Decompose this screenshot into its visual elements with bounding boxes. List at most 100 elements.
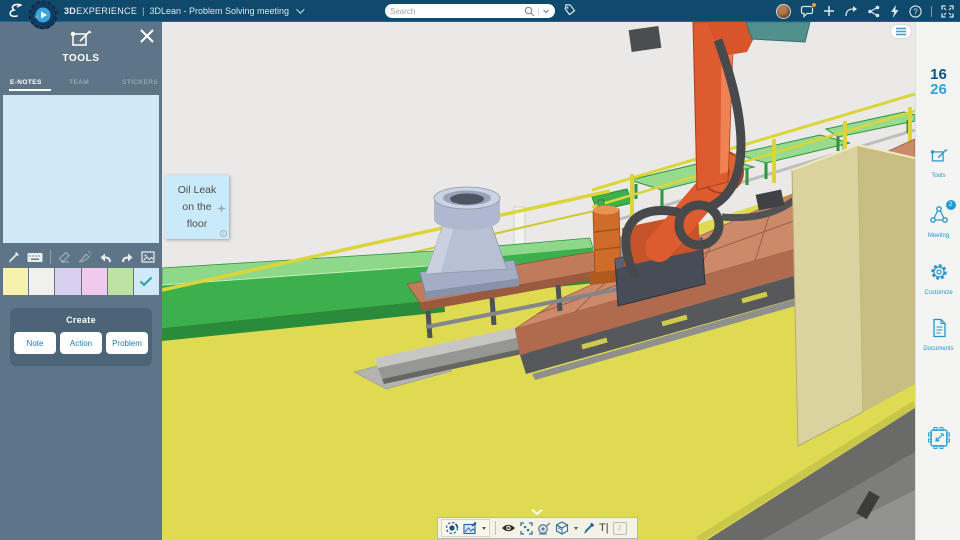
- create-problem-button[interactable]: Problem: [106, 332, 148, 354]
- section-dropdown-icon[interactable]: [574, 527, 578, 530]
- global-search: [385, 4, 555, 18]
- svg-text:3D: 3D: [34, 14, 39, 19]
- toolbar-separator: [495, 521, 496, 535]
- tag-icon[interactable]: [562, 3, 577, 18]
- notifications-icon[interactable]: [800, 4, 814, 18]
- app-title: 3DLean - Problem Solving meeting: [149, 6, 289, 16]
- title-chevron-down-icon[interactable]: [296, 5, 304, 13]
- topbar-separator: [931, 6, 932, 17]
- tools-icon: [929, 147, 949, 170]
- clock-minute: 26: [916, 82, 960, 97]
- panel-tabs: E-NOTES TEAM STICKERS: [0, 72, 162, 96]
- top-bar-actions: ?: [776, 0, 954, 22]
- tools-panel-icon: [69, 28, 93, 55]
- pen-tool-icon[interactable]: [7, 251, 20, 264]
- title-divider: |: [142, 6, 144, 16]
- brand-name: 3DEXPERIENCE: [64, 6, 137, 16]
- sidebar-item-meeting[interactable]: 2 Meeting: [916, 205, 960, 239]
- sidebar-item-tools[interactable]: Tools: [916, 147, 960, 179]
- sidebar-item-documents[interactable]: Documents: [916, 318, 960, 352]
- add-icon[interactable]: [823, 5, 835, 17]
- section-cube-icon[interactable]: [555, 521, 569, 535]
- sidebar-label: Tools: [931, 173, 945, 179]
- svg-text:?: ?: [913, 7, 918, 16]
- tools-panel: TOOLS E-NOTES TEAM STICKERS: [0, 22, 162, 540]
- create-note-button[interactable]: Note: [14, 332, 56, 354]
- create-title: Create: [10, 315, 152, 325]
- tab-stickers[interactable]: STICKERS: [122, 79, 158, 86]
- annotate-pen-icon[interactable]: [582, 522, 595, 535]
- meeting-clock: 16 26: [916, 67, 960, 97]
- notification-badge: [811, 2, 817, 8]
- top-bar: 3DEXPERIENCE | 3DLean - Problem Solving …: [0, 0, 960, 22]
- swatch-white[interactable]: [29, 268, 54, 295]
- user-avatar[interactable]: [776, 4, 791, 19]
- fit-all-icon[interactable]: [520, 522, 533, 535]
- color-swatches: [3, 268, 159, 295]
- viewport-menu-icon[interactable]: [891, 25, 911, 38]
- robot-end-effector: [746, 22, 810, 42]
- orbit-view-icon[interactable]: [445, 521, 459, 535]
- note-toolbar: [0, 247, 162, 267]
- 3ds-logo-icon: [7, 2, 25, 25]
- search-scope-chevron-icon[interactable]: [542, 7, 550, 15]
- note-drawing-canvas[interactable]: [3, 95, 159, 243]
- create-action-button[interactable]: Action: [60, 332, 102, 354]
- 2d-mode-icon-disabled: 2: [613, 522, 627, 535]
- 3d-scene: [162, 22, 915, 540]
- tab-e-notes[interactable]: E-NOTES: [10, 79, 42, 86]
- sidebar-item-customize[interactable]: Customize: [916, 262, 960, 296]
- search-divider: [538, 7, 539, 16]
- create-section: Create Note Action Problem: [10, 308, 152, 366]
- measure-icon[interactable]: [537, 522, 551, 535]
- tab-team[interactable]: TEAM: [69, 79, 89, 86]
- eraser-tool-icon[interactable]: [58, 251, 71, 264]
- text-tool-icon[interactable]: T|: [599, 522, 609, 534]
- sticky-note-oil-leak[interactable]: Oil Leak on the floor i: [165, 175, 229, 239]
- swatch-lavender[interactable]: [55, 268, 80, 295]
- note-anchor-icon[interactable]: [217, 202, 226, 219]
- search-icon[interactable]: [524, 6, 535, 17]
- 3d-compass-icon[interactable]: 3D: [28, 0, 58, 35]
- undo-icon[interactable]: [99, 251, 113, 263]
- view-toolbar: T| 2: [437, 517, 638, 539]
- sticky-note-line: Oil Leak: [165, 182, 229, 199]
- search-input[interactable]: [390, 7, 524, 16]
- meeting-badge: 2: [946, 200, 956, 210]
- keyboard-tool-icon[interactable]: [27, 252, 43, 263]
- sidebar-label: Meeting: [928, 233, 949, 239]
- right-sidebar: 16 26 Tools 2 Meeting Customize: [915, 22, 960, 540]
- fullscreen-icon[interactable]: [941, 5, 954, 18]
- gear-icon: [929, 262, 949, 287]
- help-icon[interactable]: ?: [909, 5, 922, 18]
- swatch-pink[interactable]: [82, 268, 107, 295]
- capture-view-icon[interactable]: [463, 522, 477, 535]
- share-forward-icon[interactable]: [844, 5, 858, 17]
- sidebar-label: Customize: [924, 290, 952, 296]
- sidebar-label: Documents: [923, 346, 953, 352]
- active-tab-underline: [9, 89, 51, 91]
- swatch-blue-selected[interactable]: [134, 268, 159, 295]
- document-icon: [930, 318, 948, 343]
- capture-dropdown-icon[interactable]: [482, 527, 486, 530]
- view-mode-group: [441, 519, 490, 537]
- share-network-icon[interactable]: [867, 5, 880, 18]
- insert-image-icon[interactable]: [141, 251, 155, 263]
- meeting-icon: 2: [929, 205, 949, 230]
- 3d-viewport[interactable]: Oil Leak on the floor i: [162, 22, 915, 540]
- clear-all-tool-icon[interactable]: [77, 251, 92, 264]
- app-titlebar[interactable]: 3DEXPERIENCE | 3DLean - Problem Solving …: [64, 0, 302, 22]
- check-icon: [139, 276, 153, 287]
- visibility-eye-icon[interactable]: [501, 523, 516, 533]
- note-info-icon[interactable]: i: [220, 230, 227, 237]
- redo-icon[interactable]: [120, 251, 134, 263]
- 3dexperience-app: 3DEXPERIENCE | 3DLean - Problem Solving …: [0, 0, 960, 540]
- swatch-yellow[interactable]: [3, 268, 28, 295]
- clock-hour: 16: [916, 67, 960, 82]
- close-panel-icon[interactable]: [140, 29, 154, 48]
- toolbar-separator: [50, 250, 51, 264]
- minimize-panel-icon[interactable]: [926, 425, 952, 451]
- swym-community-icon[interactable]: [889, 5, 900, 18]
- panel-title: TOOLS: [0, 53, 162, 64]
- swatch-green[interactable]: [108, 268, 133, 295]
